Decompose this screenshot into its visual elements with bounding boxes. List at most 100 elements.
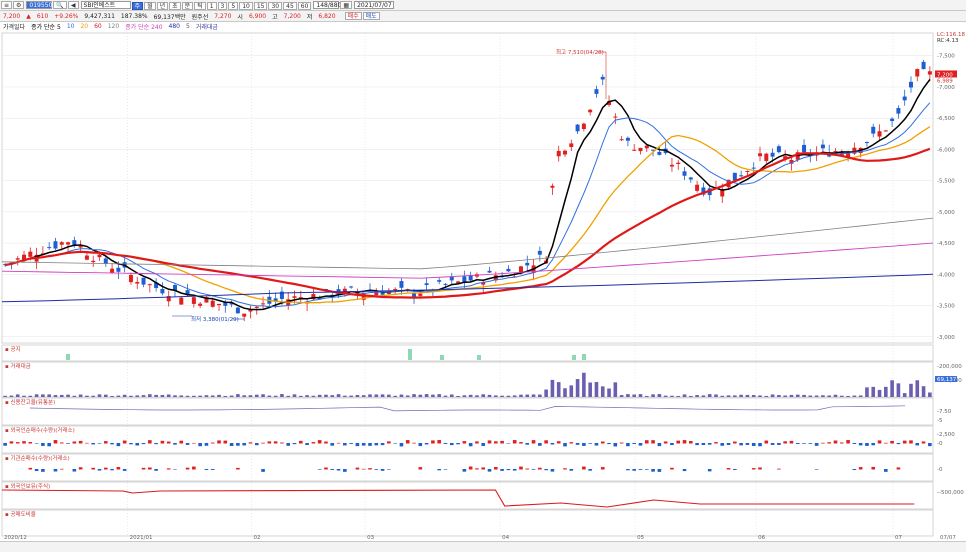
value-bar — [670, 395, 674, 397]
candle-body — [864, 142, 869, 144]
institution-bar — [512, 469, 517, 471]
foreign-bar — [695, 443, 699, 446]
price-panel-title[interactable]: 가격일다 — [3, 22, 25, 31]
p2-tick-0: -200,000 — [937, 364, 962, 370]
value-bar — [248, 395, 253, 397]
chart-type-3[interactable]: 초 — [169, 1, 181, 10]
candle-body — [84, 255, 89, 260]
candle-body — [669, 164, 674, 167]
period-45[interactable]: 45 — [283, 1, 297, 10]
candle-body — [235, 307, 240, 314]
search-icon[interactable]: 🔍 — [53, 1, 67, 9]
stock-code-input[interactable]: 019550 — [26, 1, 53, 9]
candle-body — [770, 152, 775, 157]
foreign-bar — [261, 442, 265, 444]
value-bar — [638, 394, 643, 397]
stock-name-field[interactable]: SBI인베스트 — [80, 1, 131, 9]
foreign-bar — [663, 441, 668, 444]
value-bar — [122, 394, 127, 397]
value-bar — [613, 382, 618, 397]
menu-button[interactable]: ≡ — [1, 1, 13, 9]
period-10[interactable]: 10 — [239, 1, 253, 10]
institution-bar — [210, 469, 215, 470]
foreign-bar — [53, 440, 58, 444]
value-bar — [764, 395, 769, 397]
foreign-bar — [9, 441, 14, 444]
ma120-label: 120 — [107, 23, 120, 30]
institution-bar — [91, 467, 96, 470]
foreign-bar — [852, 443, 857, 444]
y-tick-3: -6,000 — [937, 147, 955, 153]
chart-type-2[interactable]: 년 — [156, 1, 169, 10]
institution-bar — [236, 467, 240, 470]
institution-bar — [192, 466, 196, 470]
chart-canvas[interactable]: ▪ 공지 ▪ 거래대금 ▪ 신용잔고율(유통분) ▪ 외국인순매수(수량)(거래소) ▪… — [0, 31, 966, 541]
chart-type-1[interactable]: 월 — [144, 1, 156, 10]
candle-body — [619, 139, 624, 141]
foreign-bar — [198, 443, 202, 447]
period-5[interactable]: 5 — [228, 1, 239, 10]
candle-body — [896, 108, 901, 114]
chart-type-4[interactable]: 분 — [181, 1, 194, 10]
institution-bar — [324, 467, 328, 470]
value-bar — [468, 394, 473, 397]
value-bar — [72, 395, 77, 397]
foreign-bar — [103, 441, 108, 444]
value-bar — [210, 395, 215, 397]
value-bar — [449, 394, 454, 397]
value-bar — [833, 394, 838, 397]
buy-button[interactable]: 매수 — [344, 12, 362, 20]
date-field[interactable]: 2021/07/07 — [354, 1, 395, 9]
value-bar — [676, 395, 681, 397]
institution-bar — [563, 468, 567, 470]
candle-body — [97, 254, 102, 258]
period-30[interactable]: 30 — [268, 1, 283, 10]
chart-type-0[interactable]: 주 — [131, 1, 144, 10]
count-field[interactable]: 148/880 — [313, 1, 341, 9]
panel-frame-2 — [1, 361, 934, 398]
foreign-bar — [135, 443, 140, 446]
candle-body — [833, 151, 838, 153]
value-bar — [770, 394, 775, 397]
candle-body — [644, 145, 649, 149]
settings-button[interactable]: ⚙ — [13, 1, 25, 9]
value-bar — [204, 395, 209, 397]
institution-bar — [122, 469, 127, 471]
prev-stock-button[interactable]: ◀ — [67, 1, 79, 9]
candle-body — [594, 89, 599, 94]
foreign-bar — [569, 442, 574, 444]
foreign-bar — [380, 443, 385, 446]
value-bar — [185, 395, 190, 397]
candle-body — [588, 109, 593, 113]
value-bar — [399, 394, 404, 397]
foreign-bar — [519, 442, 523, 444]
value-bar — [569, 385, 574, 397]
calendar-icon[interactable]: ▦ — [340, 1, 353, 9]
bottom-scrollbar[interactable] — [0, 541, 966, 552]
value-bar — [160, 394, 165, 397]
sell-button[interactable]: 매도 — [362, 12, 380, 20]
value-bar — [909, 383, 913, 397]
value-bar — [544, 389, 548, 397]
value-bar — [311, 395, 316, 397]
chart-type-5[interactable]: 틱 — [194, 1, 206, 10]
foreign-bar — [921, 441, 926, 444]
period-3[interactable]: 3 — [217, 1, 228, 10]
period-15[interactable]: 15 — [253, 1, 268, 10]
foreign-bar — [626, 443, 630, 447]
p3-tick-0: -7.50 — [937, 409, 952, 415]
value-bar — [902, 393, 907, 397]
period-60[interactable]: 60 — [297, 1, 312, 10]
foreign-bar — [374, 443, 379, 446]
panel-frame-7 — [1, 509, 934, 537]
foreign-bar — [865, 443, 869, 446]
period-1[interactable]: 1 — [206, 1, 217, 10]
institution-bar — [600, 467, 605, 470]
foreign-bar — [368, 443, 372, 446]
y-tick-8: -3,500 — [937, 304, 955, 310]
value-bar — [443, 395, 448, 397]
candle-body — [563, 150, 568, 155]
institution-bar — [97, 469, 102, 471]
foreign-bar — [795, 443, 800, 444]
foreign-bar — [827, 442, 832, 444]
